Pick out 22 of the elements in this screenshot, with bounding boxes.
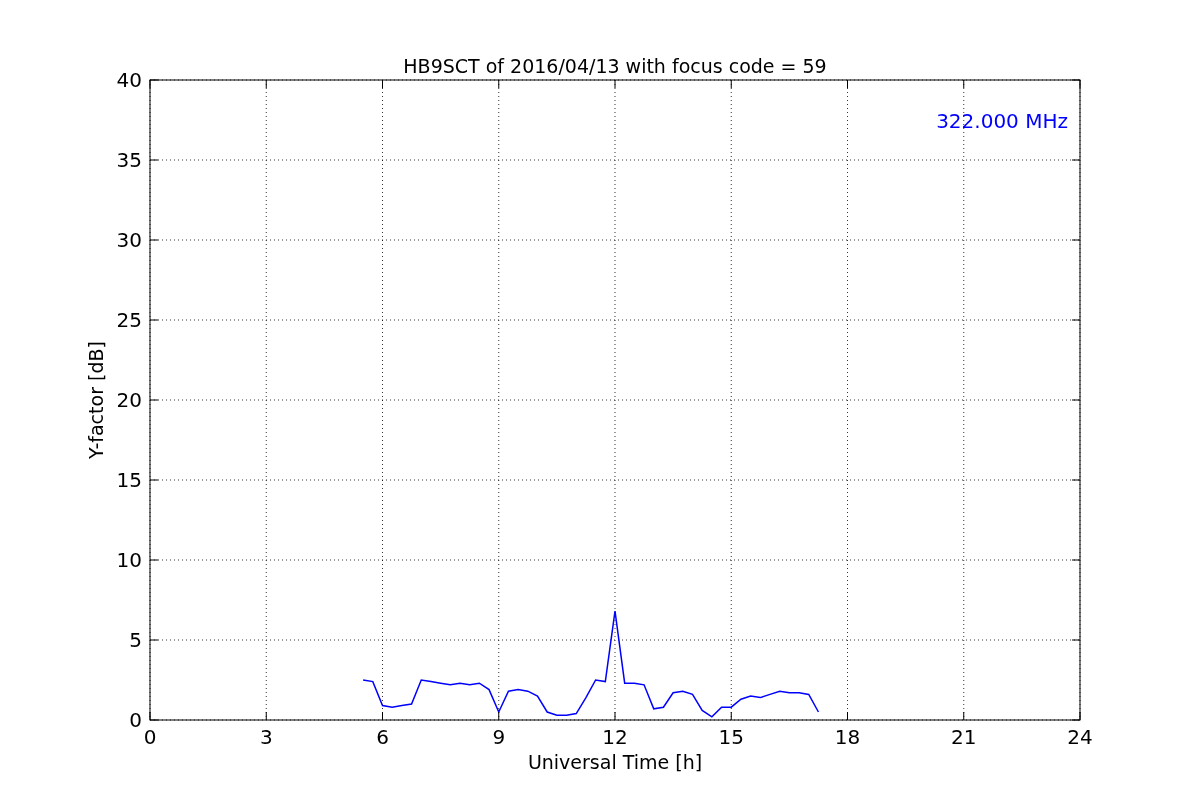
tick-label: 35 (116, 148, 142, 172)
tick-label: 0 (143, 725, 157, 749)
tick-label: 18 (834, 725, 861, 749)
tick-label: 15 (116, 468, 142, 492)
tick-label: 30 (116, 228, 142, 252)
tick-label: 25 (116, 308, 142, 332)
tick-label: 10 (116, 548, 142, 572)
tick-label: 9 (492, 725, 506, 749)
axis-label: Universal Time [h] (527, 751, 703, 773)
tick-label: 0 (129, 708, 142, 732)
tick-label: 3 (259, 725, 273, 749)
axis-label: Y-factor [dB] (85, 341, 107, 459)
tick-label: 20 (116, 388, 142, 412)
tick-label: 6 (376, 725, 389, 749)
series-label: 322.000 MHz (936, 109, 1068, 133)
tick-label: 24 (1067, 725, 1093, 749)
tick-label: 40 (116, 68, 142, 92)
tick-label: 5 (129, 628, 142, 652)
tick-label: 15 (718, 725, 744, 749)
tick-label: 12 (602, 725, 628, 749)
tick-label: 21 (951, 725, 977, 749)
chart-title: HB9SCT of 2016/04/13 with focus code = 59 (403, 55, 827, 77)
